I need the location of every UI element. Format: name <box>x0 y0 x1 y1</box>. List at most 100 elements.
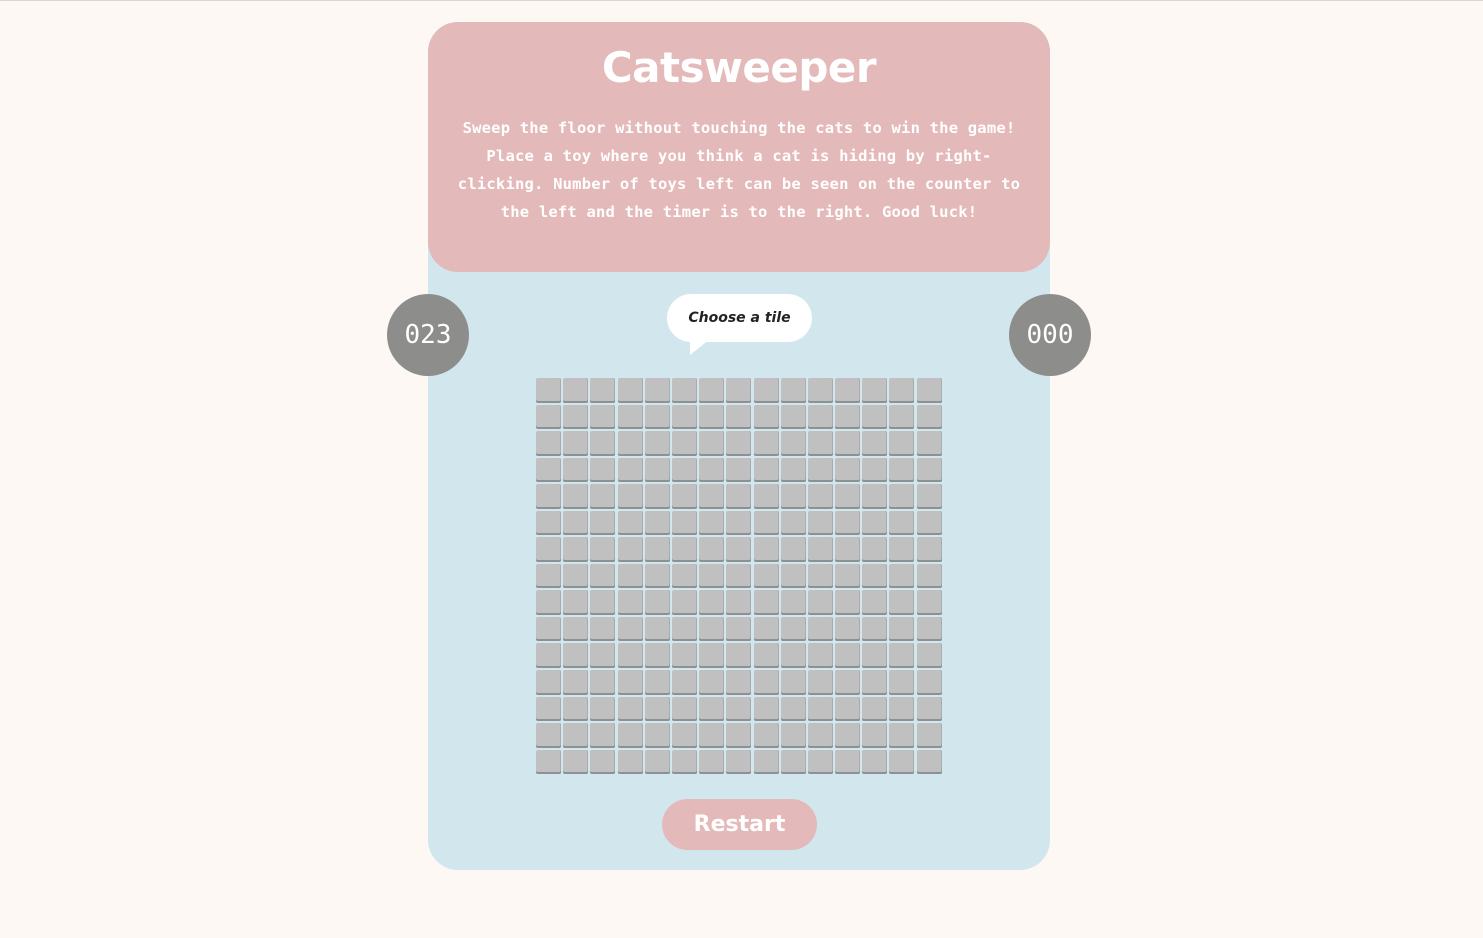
board-tile[interactable] <box>780 457 806 483</box>
board-tile[interactable] <box>780 749 806 775</box>
board-tile[interactable] <box>835 404 861 430</box>
board-tile[interactable] <box>536 723 561 748</box>
board-tile[interactable] <box>617 510 643 536</box>
board-tile[interactable] <box>916 696 942 722</box>
board-tile[interactable] <box>671 510 697 536</box>
board-tile[interactable] <box>835 510 861 536</box>
board-tile[interactable] <box>563 696 589 722</box>
board-tile[interactable] <box>671 643 697 668</box>
board-tile[interactable] <box>780 537 806 562</box>
board-tile[interactable] <box>590 749 616 775</box>
board-tile[interactable] <box>753 616 779 642</box>
board-tile[interactable] <box>699 643 725 668</box>
board-tile[interactable] <box>889 616 915 642</box>
board-tile[interactable] <box>699 431 725 456</box>
board-tile[interactable] <box>862 378 888 403</box>
board-tile[interactable] <box>726 563 752 589</box>
board-tile[interactable] <box>835 749 861 775</box>
board-tile[interactable] <box>699 616 725 642</box>
board-tile[interactable] <box>644 510 670 536</box>
board-tile[interactable] <box>536 643 561 668</box>
board-tile[interactable] <box>916 537 942 562</box>
board-tile[interactable] <box>862 457 888 483</box>
board-tile[interactable] <box>563 723 589 748</box>
board-tile[interactable] <box>889 510 915 536</box>
board-tile[interactable] <box>590 510 616 536</box>
board-tile[interactable] <box>726 749 752 775</box>
board-tile[interactable] <box>835 563 861 589</box>
board-tile[interactable] <box>862 696 888 722</box>
board-tile[interactable] <box>671 723 697 748</box>
board-tile[interactable] <box>780 431 806 456</box>
board-tile[interactable] <box>807 696 833 722</box>
board-tile[interactable] <box>780 590 806 615</box>
board-tile[interactable] <box>536 749 561 775</box>
board-tile[interactable] <box>563 749 589 775</box>
board-tile[interactable] <box>780 378 806 403</box>
board-tile[interactable] <box>835 670 861 695</box>
board-tile[interactable] <box>916 404 942 430</box>
board-tile[interactable] <box>563 616 589 642</box>
board-tile[interactable] <box>590 643 616 668</box>
board-tile[interactable] <box>563 670 589 695</box>
board-tile[interactable] <box>563 563 589 589</box>
board-tile[interactable] <box>889 749 915 775</box>
board-tile[interactable] <box>835 643 861 668</box>
board-tile[interactable] <box>862 616 888 642</box>
board-tile[interactable] <box>916 431 942 456</box>
board-tile[interactable] <box>644 749 670 775</box>
board-tile[interactable] <box>726 484 752 509</box>
restart-button[interactable]: Restart <box>662 799 817 850</box>
board-tile[interactable] <box>699 510 725 536</box>
board-tile[interactable] <box>862 563 888 589</box>
board-tile[interactable] <box>699 696 725 722</box>
board-tile[interactable] <box>753 404 779 430</box>
board-tile[interactable] <box>671 378 697 403</box>
board-tile[interactable] <box>835 431 861 456</box>
board-tile[interactable] <box>916 670 942 695</box>
board-tile[interactable] <box>835 723 861 748</box>
board-tile[interactable] <box>699 670 725 695</box>
board-tile[interactable] <box>617 723 643 748</box>
board-tile[interactable] <box>889 484 915 509</box>
board-tile[interactable] <box>617 643 643 668</box>
board-tile[interactable] <box>889 537 915 562</box>
board-tile[interactable] <box>617 378 643 403</box>
board-tile[interactable] <box>807 510 833 536</box>
board-tile[interactable] <box>536 457 561 483</box>
board-tile[interactable] <box>699 484 725 509</box>
board-tile[interactable] <box>536 431 561 456</box>
board-tile[interactable] <box>753 537 779 562</box>
board-tile[interactable] <box>671 590 697 615</box>
board-tile[interactable] <box>617 484 643 509</box>
board-tile[interactable] <box>753 563 779 589</box>
board-tile[interactable] <box>807 431 833 456</box>
board-tile[interactable] <box>807 670 833 695</box>
board-tile[interactable] <box>753 696 779 722</box>
board-tile[interactable] <box>889 590 915 615</box>
board-tile[interactable] <box>617 749 643 775</box>
board-tile[interactable] <box>536 378 561 403</box>
board-tile[interactable] <box>807 378 833 403</box>
board-tile[interactable] <box>916 590 942 615</box>
board-tile[interactable] <box>780 723 806 748</box>
board-tile[interactable] <box>536 696 561 722</box>
board-tile[interactable] <box>617 404 643 430</box>
board-tile[interactable] <box>780 616 806 642</box>
board-tile[interactable] <box>671 484 697 509</box>
board-tile[interactable] <box>563 457 589 483</box>
board-tile[interactable] <box>862 510 888 536</box>
board-tile[interactable] <box>644 378 670 403</box>
board-tile[interactable] <box>563 643 589 668</box>
board-tile[interactable] <box>780 404 806 430</box>
board-tile[interactable] <box>671 749 697 775</box>
board-tile[interactable] <box>699 749 725 775</box>
board-tile[interactable] <box>753 510 779 536</box>
board-tile[interactable] <box>644 537 670 562</box>
board-tile[interactable] <box>753 457 779 483</box>
board-tile[interactable] <box>726 696 752 722</box>
board-tile[interactable] <box>780 563 806 589</box>
board-tile[interactable] <box>590 723 616 748</box>
board-tile[interactable] <box>644 590 670 615</box>
board-tile[interactable] <box>889 378 915 403</box>
